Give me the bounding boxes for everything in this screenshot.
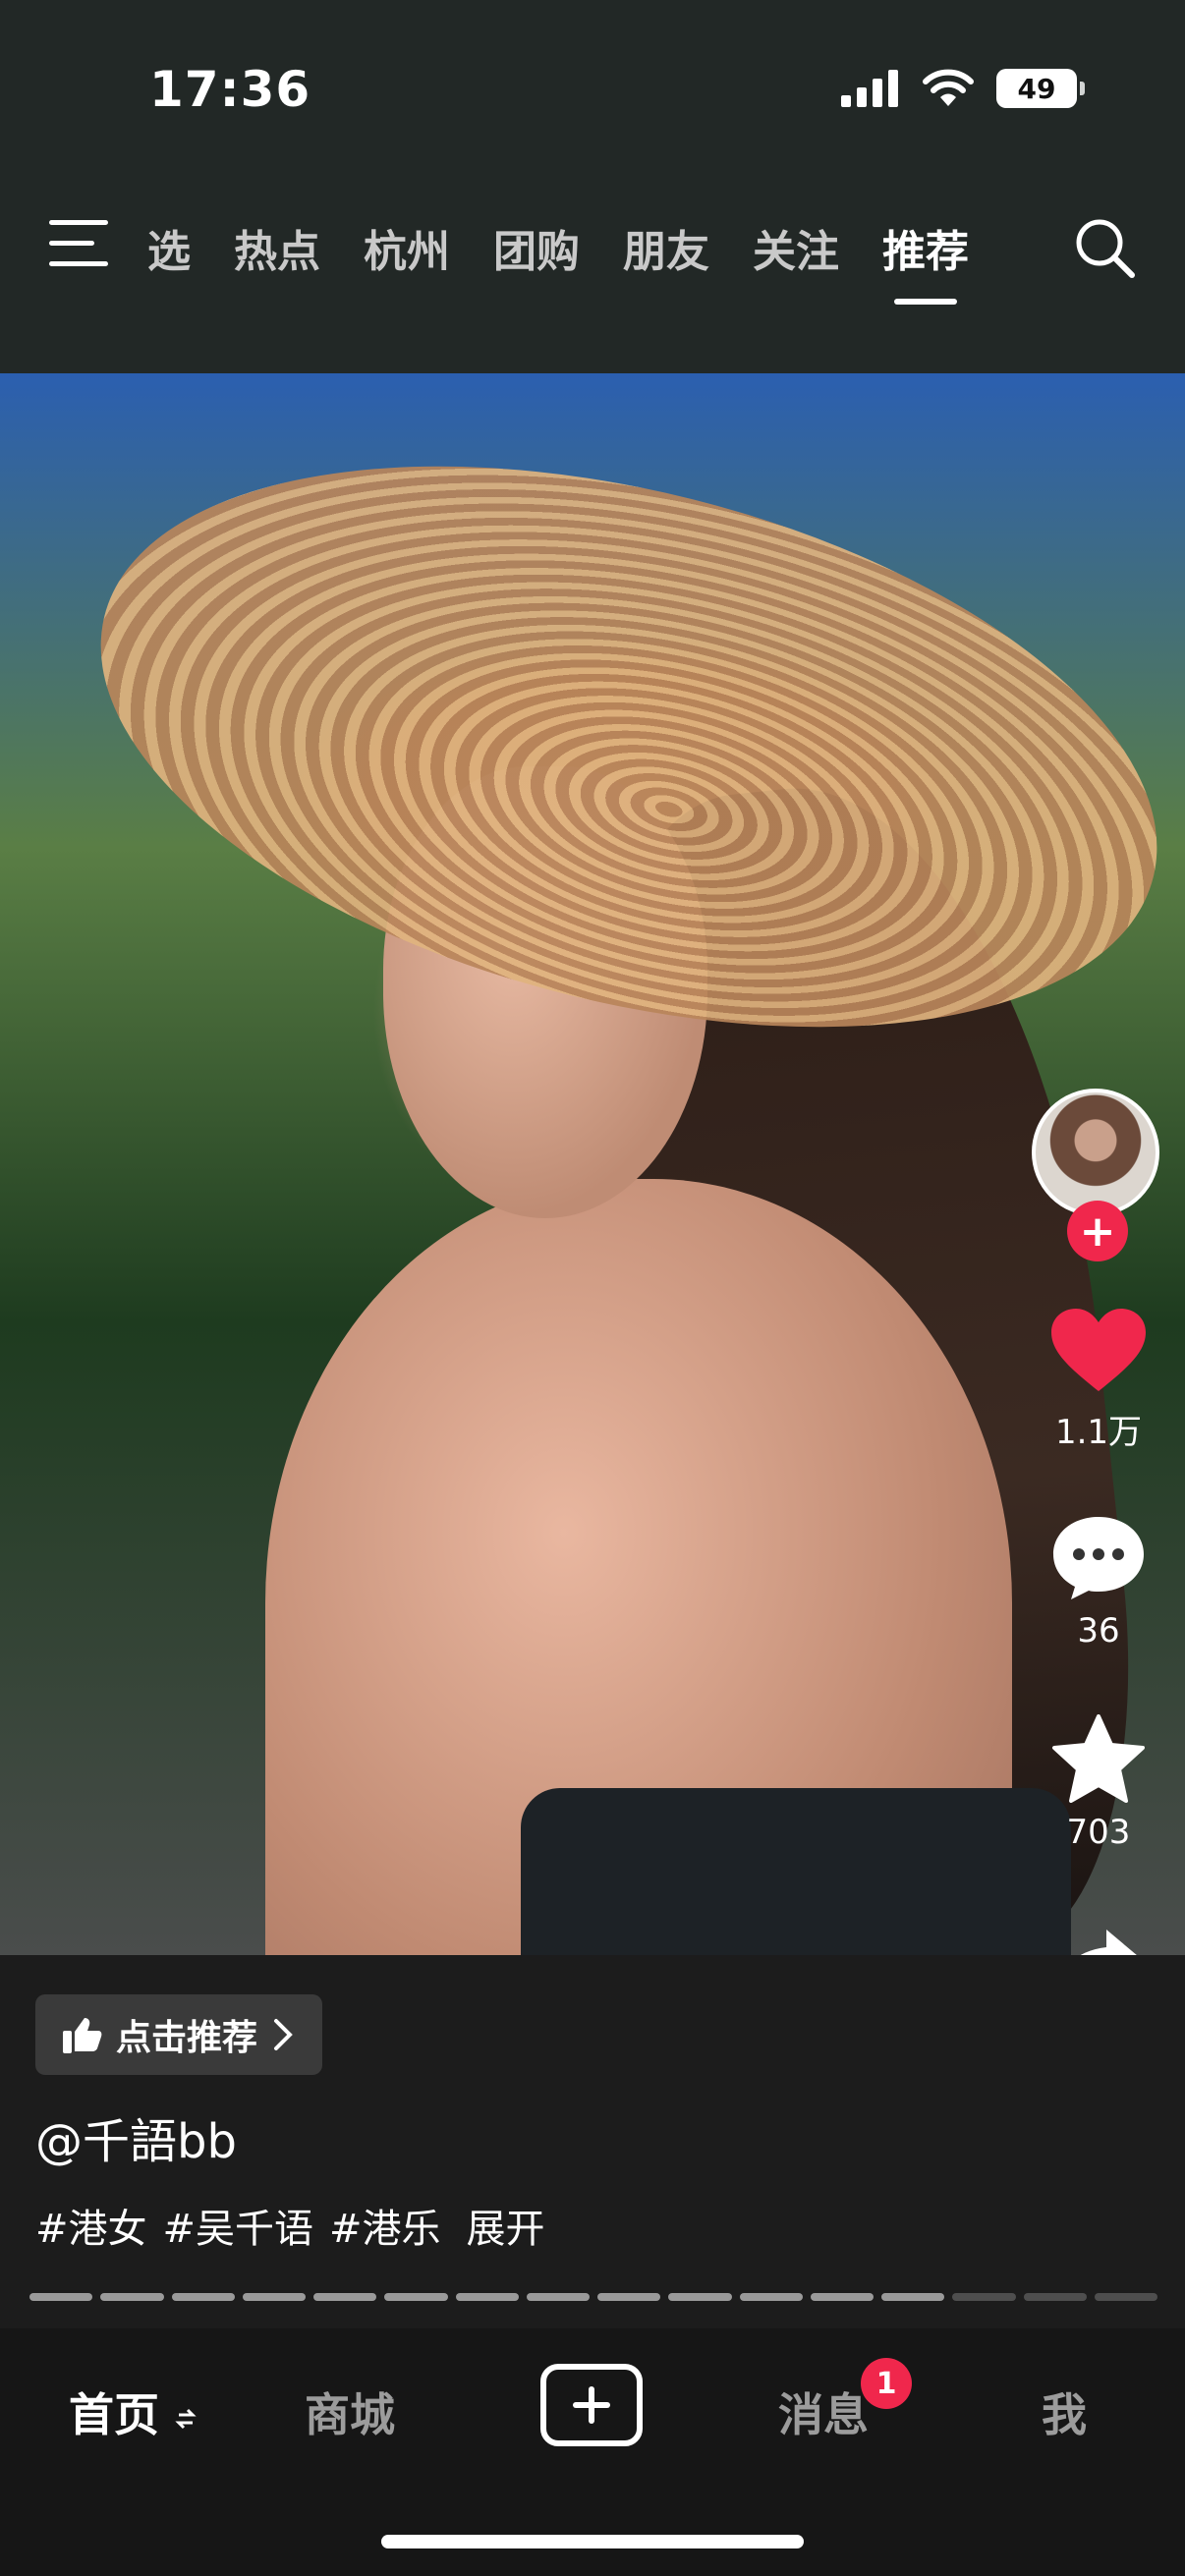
tab-home[interactable]: 首页 [69, 2380, 197, 2444]
favorite-count: 703 [1066, 1813, 1131, 1852]
progress-segment [526, 2293, 590, 2301]
progress-segment [171, 2293, 235, 2301]
video-player[interactable] [0, 373, 1185, 1955]
top-nav: 选 热点 杭州 团购 朋友 关注 推荐 [0, 177, 1185, 373]
tab-home-label: 首页 [69, 2388, 159, 2441]
comment-icon[interactable] [1049, 1513, 1148, 1601]
follow-button[interactable]: + [1067, 1201, 1128, 1261]
feed-tabs: 选 热点 杭州 团购 朋友 关注 推荐 [147, 216, 1012, 305]
tab-group-buy[interactable]: 团购 [493, 216, 580, 279]
star-icon[interactable] [1049, 1714, 1148, 1803]
tab-select[interactable]: 选 [147, 216, 191, 279]
progress-segment [597, 2293, 661, 2301]
progress-segment [1023, 2293, 1087, 2301]
recommend-button[interactable]: 点击推荐 [35, 1994, 323, 2075]
hashtag[interactable]: #港乐 [329, 2197, 441, 2254]
video-garment-shape [521, 1788, 1071, 1955]
hashtag[interactable]: #吴千语 [163, 2197, 314, 2254]
progress-segment [384, 2293, 448, 2301]
thumbs-up-icon [63, 2018, 102, 2053]
hashtag-list: #港女 #吴千语 #港乐 展开 [35, 2197, 545, 2254]
video-progress-bar[interactable] [29, 2293, 1157, 2301]
status-icons: 49 [841, 69, 1085, 108]
hashtag[interactable]: #港女 [35, 2197, 147, 2254]
recommend-label: 点击推荐 [116, 2018, 258, 2058]
avatar[interactable] [1032, 1089, 1159, 1216]
tab-friends[interactable]: 朋友 [623, 216, 709, 279]
status-time: 17:36 [149, 61, 311, 118]
like-count: 1.1万 [1054, 1413, 1143, 1452]
author-name[interactable]: @千語bb [35, 2102, 237, 2171]
tab-hangzhou[interactable]: 杭州 [364, 216, 450, 279]
progress-segment [1094, 2293, 1157, 2301]
wifi-icon [923, 69, 974, 106]
progress-segment [100, 2293, 164, 2301]
favorite-action[interactable]: 703 [1030, 1714, 1167, 1852]
progress-segment [881, 2293, 945, 2301]
status-bar: 17:36 49 [0, 0, 1185, 177]
menu-icon[interactable] [49, 218, 112, 269]
progress-segment [313, 2293, 377, 2301]
tab-hot[interactable]: 热点 [234, 216, 320, 279]
tab-following[interactable]: 关注 [753, 216, 839, 279]
expand-button[interactable]: 展开 [467, 2197, 545, 2254]
tab-recommended[interactable]: 推荐 [882, 216, 969, 305]
heart-icon[interactable] [1049, 1307, 1148, 1395]
comment-count: 36 [1077, 1611, 1120, 1651]
search-icon[interactable] [1073, 216, 1136, 279]
tab-mall[interactable]: 商城 [305, 2380, 395, 2444]
progress-segment [668, 2293, 732, 2301]
battery-indicator: 49 [996, 69, 1085, 108]
tab-messages[interactable]: 消息 [778, 2380, 869, 2444]
progress-segment [455, 2293, 519, 2301]
plus-icon [573, 2386, 610, 2424]
progress-segment [952, 2293, 1016, 2301]
create-button[interactable] [540, 2364, 643, 2446]
progress-segment [810, 2293, 874, 2301]
like-action[interactable]: 1.1万 [1030, 1307, 1167, 1453]
comment-action[interactable]: 36 [1030, 1513, 1167, 1651]
tab-me[interactable]: 我 [1042, 2380, 1087, 2444]
chevron-right-icon [274, 2019, 293, 2050]
messages-badge: 1 [861, 2358, 912, 2409]
progress-segment [29, 2293, 93, 2301]
swap-icon [175, 2408, 197, 2429]
progress-segment [242, 2293, 306, 2301]
progress-segment [739, 2293, 803, 2301]
signal-icon [841, 70, 898, 107]
home-indicator [381, 2535, 804, 2548]
